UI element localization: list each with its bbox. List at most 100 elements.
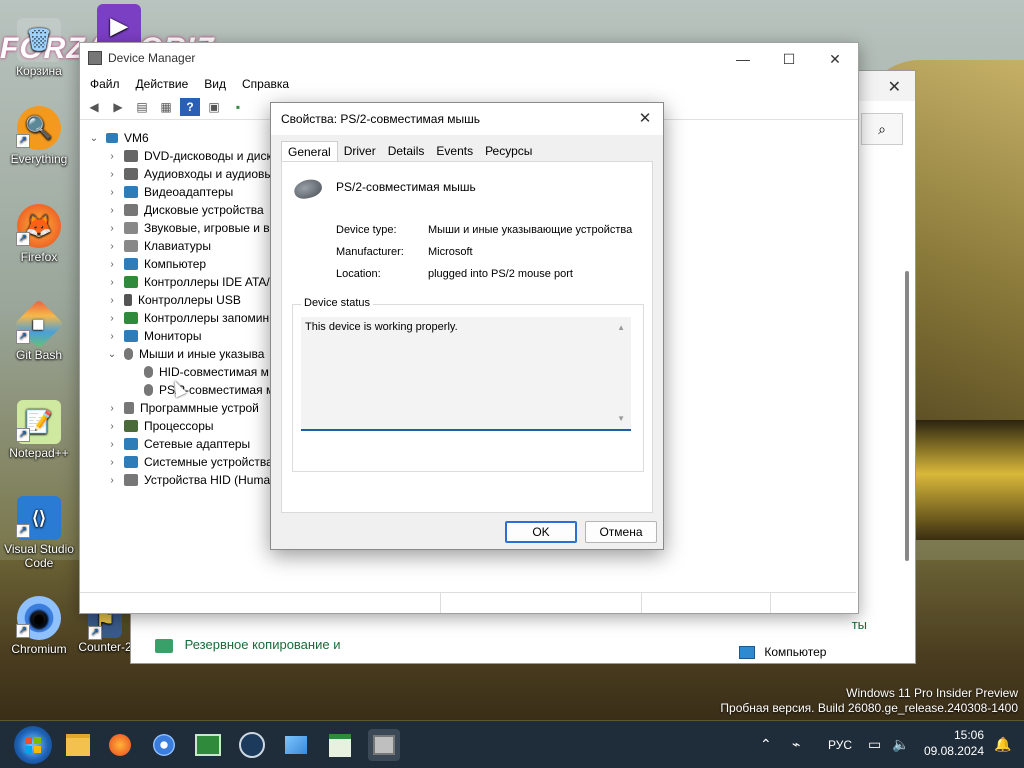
desktop-icon-chromium[interactable]: ◉ ↗ Chromium [2,596,76,656]
clock[interactable]: 15:06 09.08.2024 [924,727,984,759]
chevron-down-icon[interactable]: ⌄ [106,349,118,360]
tree-item[interactable]: PS/2-совместимая м [144,381,274,399]
list-icon[interactable]: ▦ [156,98,176,116]
desktop-icon-firefox[interactable]: 🦊 ↗ Firefox [2,204,76,264]
chevron-right-icon[interactable]: › [106,277,118,288]
taskbar-device-manager[interactable] [368,729,400,761]
tree-root[interactable]: ⌄ VM6 [88,129,149,147]
tree-item[interactable]: › Аудиовходы и аудиовы [106,165,273,183]
network-off-icon[interactable]: ⌁ [792,736,800,753]
backup-link[interactable]: Резервное копирование и [185,637,341,652]
tab-details[interactable]: Details [382,141,431,161]
tree-item[interactable]: › Мониторы [106,327,201,345]
desktop-icon-git-bash[interactable]: ◆ ↗ Git Bash [2,299,76,362]
desktop-icon-everything[interactable]: 🔍 ↗ Everything [2,106,76,166]
scroll-down-icon[interactable]: ▼ [617,414,625,423]
dialog-titlebar[interactable]: Свойства: PS/2-совместимая мышь [271,103,663,135]
device-status-textbox[interactable]: This device is working properly. ▲ ▼ [301,317,631,431]
chevron-right-icon[interactable]: › [106,313,118,324]
chevron-right-icon[interactable]: › [106,259,118,270]
taskbar-control-panel[interactable] [280,729,312,761]
desktop-icon-vscode[interactable]: ⟨⟩ ↗ Visual Studio Code [2,496,76,570]
cancel-button[interactable]: Отмена [585,521,657,543]
tray-notifications[interactable]: 🔔 [994,721,1011,768]
close-button[interactable]: ✕ [812,47,858,71]
tree-item[interactable]: › Контроллеры IDE ATA/A [106,273,277,291]
menu-action[interactable]: Действие [128,77,197,91]
tree-item[interactable]: › Звуковые, игровые и в [106,219,269,237]
chevron-right-icon[interactable]: › [106,421,118,432]
chevron-right-icon[interactable]: › [106,169,118,180]
chevron-right-icon[interactable]: › [106,439,118,450]
scrollbar[interactable] [905,271,909,561]
tray-language[interactable]: РУС [828,721,852,768]
scroll-up-icon[interactable]: ▲ [617,323,625,332]
tree-item[interactable]: › DVD-дисководы и диск [106,147,271,165]
properties-dialog[interactable]: Свойства: PS/2-совместимая мышь ✕ Genera… [270,102,664,550]
chevron-right-icon[interactable]: › [106,187,118,198]
menu-file[interactable]: Файл [82,77,128,91]
taskbar-firefox[interactable] [104,729,136,761]
close-icon[interactable]: ✕ [888,77,901,97]
tree-item[interactable]: › Контроллеры USB [106,291,241,309]
chevron-right-icon[interactable]: › [106,151,118,162]
search-icon[interactable]: ⌕ [861,113,903,145]
desktop-icon-recycle-bin[interactable]: 🗑 Корзина [2,18,76,78]
tree-item[interactable]: › Устройства HID (Human [106,471,276,489]
tray-network[interactable]: ⌁ [792,721,800,768]
menu-help[interactable]: Справка [234,77,297,91]
chevron-up-icon[interactable]: ⌃ [760,736,772,753]
chevron-down-icon[interactable]: ⌄ [88,133,100,144]
start-button[interactable] [14,726,52,764]
chevron-right-icon[interactable]: › [106,241,118,252]
desktop-icon-notepadpp[interactable]: 📝 ↗ Notepad++ [2,400,76,460]
forward-icon[interactable]: ▶ [108,98,128,116]
tree-item[interactable]: HID-совместимая м [144,363,269,381]
taskbar-steam[interactable] [236,729,268,761]
tray-chevron[interactable]: ⌃ [760,721,772,768]
taskbar-task-manager[interactable] [192,729,224,761]
tree-item[interactable]: › Процессоры [106,417,213,435]
properties-icon[interactable]: ▤ [132,98,152,116]
tree-item[interactable]: › Клавиатуры [106,237,211,255]
tab-driver[interactable]: Driver [338,141,382,161]
volume-icon[interactable]: 🔈 [892,736,909,753]
taskbar-file-explorer[interactable] [62,729,94,761]
language-indicator[interactable]: РУС [828,738,852,752]
scan-icon[interactable]: ▪ [228,98,248,116]
tab-general[interactable]: General [281,141,338,161]
tree-item[interactable]: › Компьютер [106,255,206,273]
chevron-right-icon[interactable]: › [106,223,118,234]
view-icon[interactable]: ▣ [204,98,224,116]
tab-resources[interactable]: Ресурсы [479,141,538,161]
tree-item[interactable]: ⌄ Мыши и иные указыва [106,345,265,363]
chevron-right-icon[interactable]: › [106,457,118,468]
chevron-right-icon[interactable]: › [106,295,118,306]
tree-item[interactable]: › Системные устройства [106,453,272,471]
tree-item[interactable]: › Сетевые адаптеры [106,435,250,453]
tree-item[interactable]: › Контроллеры запомин [106,309,269,327]
help-icon[interactable]: ? [180,98,200,116]
chevron-right-icon[interactable]: › [106,205,118,216]
taskbar-chromium[interactable] [148,729,180,761]
tree-item[interactable]: › Дисковые устройства [106,201,263,219]
maximize-button[interactable]: ☐ [766,47,812,71]
device-manager-titlebar[interactable]: Device Manager — ☐ ✕ [80,43,858,73]
close-button[interactable]: ✕ [635,109,655,127]
tab-events[interactable]: Events [430,141,479,161]
tray-volume[interactable]: 🔈 [892,721,909,768]
shortcut-arrow-icon: ↗ [16,232,30,246]
chevron-right-icon[interactable]: › [106,331,118,342]
menu-view[interactable]: Вид [196,77,234,91]
bell-icon[interactable]: 🔔 [994,736,1011,753]
tree-item[interactable]: › Программные устрой [106,399,259,417]
chevron-right-icon[interactable]: › [106,475,118,486]
chevron-right-icon[interactable]: › [106,403,118,414]
display-icon[interactable]: ▭ [868,736,881,753]
back-icon[interactable]: ◀ [84,98,104,116]
ok-button[interactable]: OK [505,521,577,543]
tray-display[interactable]: ▭ [868,721,881,768]
taskbar-app[interactable] [324,729,356,761]
minimize-button[interactable]: — [720,47,766,71]
tree-item[interactable]: › Видеоадаптеры [106,183,233,201]
